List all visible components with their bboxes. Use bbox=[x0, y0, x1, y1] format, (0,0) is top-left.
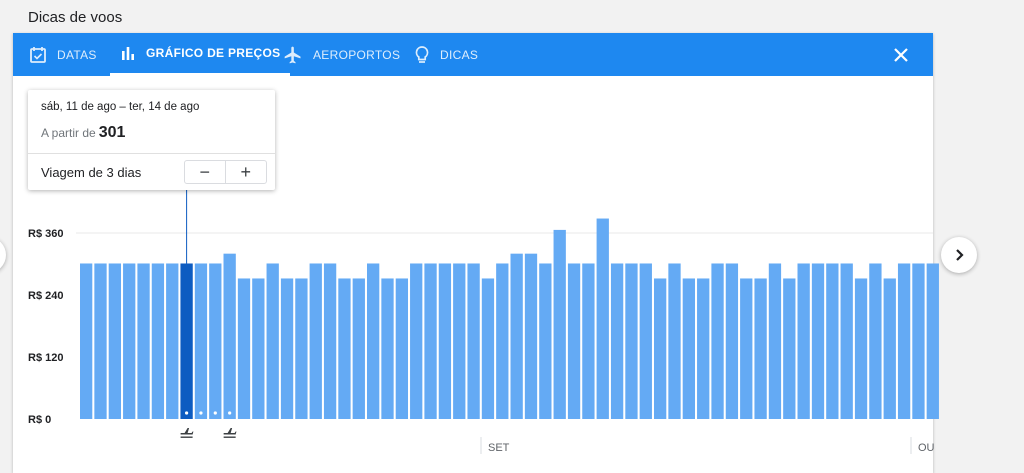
price-bar[interactable] bbox=[309, 263, 322, 419]
price-bar[interactable] bbox=[740, 278, 753, 419]
price-bar[interactable] bbox=[395, 278, 408, 419]
price-bar[interactable] bbox=[381, 278, 394, 419]
price-bar[interactable] bbox=[912, 263, 925, 419]
price-bar[interactable] bbox=[438, 263, 452, 419]
price-bar[interactable] bbox=[496, 263, 509, 419]
price-bar[interactable] bbox=[209, 263, 222, 419]
price-bar[interactable] bbox=[625, 263, 638, 419]
price-bar[interactable] bbox=[323, 263, 337, 419]
y-tick-label: R$ 0 bbox=[28, 414, 51, 426]
price-bar[interactable] bbox=[424, 263, 437, 419]
trip-length-stepper: − + bbox=[184, 160, 267, 184]
price-bar[interactable] bbox=[711, 263, 724, 419]
price-bar[interactable] bbox=[897, 263, 911, 419]
y-tick-label: R$ 120 bbox=[28, 352, 63, 364]
price-bar[interactable] bbox=[467, 263, 480, 419]
price-bar[interactable] bbox=[524, 253, 538, 419]
month-label: SET bbox=[488, 442, 510, 454]
price-bar[interactable] bbox=[668, 263, 681, 419]
chevron-right-icon bbox=[956, 249, 964, 261]
price-bar[interactable] bbox=[180, 263, 193, 419]
price-bar[interactable] bbox=[654, 278, 667, 419]
price-bar[interactable] bbox=[725, 263, 739, 419]
price-bar[interactable] bbox=[826, 263, 839, 419]
price-bar[interactable] bbox=[338, 278, 351, 419]
price-bar[interactable] bbox=[697, 278, 710, 419]
price-bar[interactable] bbox=[869, 263, 882, 419]
increase-button[interactable]: + bbox=[226, 161, 267, 183]
y-tick-label: R$ 240 bbox=[28, 290, 63, 302]
price-bar[interactable] bbox=[682, 278, 695, 419]
price-bar[interactable] bbox=[783, 278, 796, 419]
price-bar[interactable] bbox=[553, 229, 566, 419]
trip-day-dot bbox=[213, 411, 217, 415]
price-bar[interactable] bbox=[80, 263, 93, 419]
price-value: 301 bbox=[98, 124, 126, 141]
price-bar[interactable] bbox=[481, 278, 495, 419]
trip-length-label: Viagem de 3 dias bbox=[41, 165, 142, 180]
month-label: OU bbox=[918, 442, 935, 454]
price-bar[interactable] bbox=[166, 263, 179, 419]
price-bar[interactable] bbox=[610, 263, 624, 419]
y-tick-label: R$ 360 bbox=[28, 228, 63, 240]
trip-day-dot bbox=[228, 411, 232, 415]
price-bar[interactable] bbox=[639, 263, 652, 419]
trip-price: A partir de 301 bbox=[41, 124, 125, 142]
price-bar[interactable] bbox=[567, 263, 581, 419]
price-bar[interactable] bbox=[151, 263, 165, 419]
trip-dates: sáb, 11 de ago – ter, 14 de ago bbox=[41, 101, 200, 113]
price-bar[interactable] bbox=[94, 263, 107, 419]
price-bar[interactable] bbox=[123, 263, 136, 419]
price-bar[interactable] bbox=[926, 263, 939, 419]
departure-icon bbox=[180, 428, 194, 438]
selected-trip-popup: sáb, 11 de ago – ter, 14 de ago A partir… bbox=[28, 90, 275, 190]
trip-day-dot bbox=[199, 411, 203, 415]
price-bar[interactable] bbox=[237, 278, 251, 419]
price-bar[interactable] bbox=[811, 263, 825, 419]
price-bar[interactable] bbox=[194, 263, 208, 419]
price-bar[interactable] bbox=[410, 263, 423, 419]
price-bar[interactable] bbox=[252, 278, 265, 419]
divider bbox=[28, 153, 275, 154]
price-bar[interactable] bbox=[840, 263, 853, 419]
price-bar[interactable] bbox=[596, 218, 609, 419]
price-bar[interactable] bbox=[754, 278, 767, 419]
price-bar[interactable] bbox=[280, 278, 294, 419]
price-bar[interactable] bbox=[453, 263, 466, 419]
price-bar[interactable] bbox=[223, 253, 236, 419]
decrease-button[interactable]: − bbox=[185, 161, 226, 183]
next-button[interactable] bbox=[941, 237, 977, 273]
price-bar[interactable] bbox=[108, 263, 121, 419]
price-bar[interactable] bbox=[854, 278, 868, 419]
price-bar[interactable] bbox=[266, 263, 279, 419]
price-bar[interactable] bbox=[137, 263, 150, 419]
price-bar[interactable] bbox=[352, 278, 365, 419]
price-bar[interactable] bbox=[883, 278, 896, 419]
price-bar[interactable] bbox=[582, 263, 595, 419]
price-bar[interactable] bbox=[797, 263, 810, 419]
price-bar[interactable] bbox=[367, 263, 380, 419]
price-bar[interactable] bbox=[768, 263, 782, 419]
price-bar[interactable] bbox=[539, 263, 552, 419]
trip-day-dot bbox=[185, 411, 189, 415]
price-chart: R$ 360 R$ 240 R$ 120 R$ 0 SET OU bbox=[28, 190, 939, 454]
price-bar[interactable] bbox=[295, 278, 308, 419]
from-label: A partir de bbox=[41, 126, 96, 140]
price-bar[interactable] bbox=[510, 253, 523, 419]
return-icon bbox=[223, 428, 237, 438]
